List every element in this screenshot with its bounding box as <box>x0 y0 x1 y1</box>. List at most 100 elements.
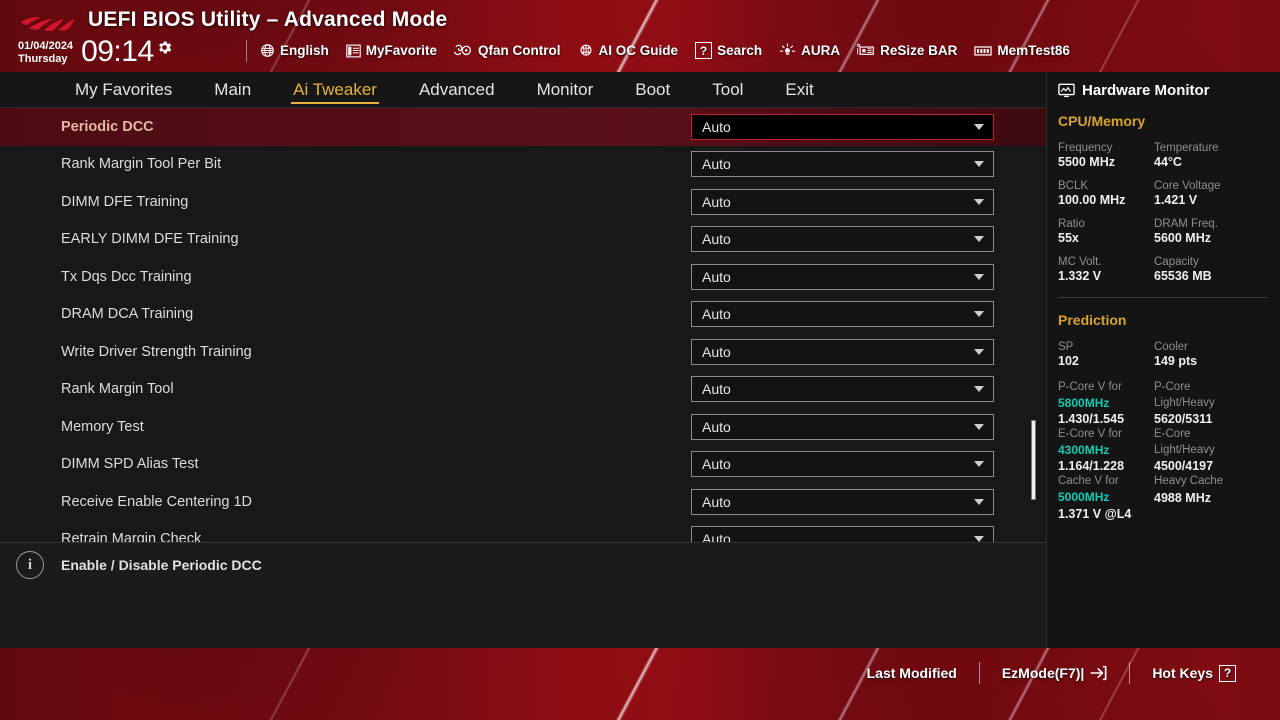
memory-icon <box>974 45 993 56</box>
hw-metric-label: Temperature <box>1154 142 1219 154</box>
myfavorite-button[interactable]: MyFavorite <box>346 43 437 58</box>
setting-row[interactable]: DRAM DCA Training Auto <box>0 296 1046 334</box>
aura-button[interactable]: AURA <box>779 43 840 58</box>
setting-value: Auto <box>702 381 731 398</box>
last-modified-button[interactable]: Last Modified <box>845 665 979 681</box>
setting-label: Rank Margin Tool <box>61 381 174 398</box>
search-button[interactable]: ? Search <box>695 42 762 59</box>
info-icon: i <box>16 551 44 579</box>
setting-dropdown[interactable]: Auto <box>691 338 994 365</box>
hotkeys-button[interactable]: Hot Keys ? <box>1130 664 1258 682</box>
tab-main[interactable]: Main <box>193 72 272 108</box>
setting-dropdown[interactable]: Auto <box>691 226 994 253</box>
setting-label: Rank Margin Tool Per Bit <box>61 156 222 173</box>
tab-exit[interactable]: Exit <box>764 72 834 108</box>
setting-dropdown[interactable]: Auto <box>691 451 994 478</box>
setting-row[interactable]: Retrain Margin Check Auto <box>0 521 1046 542</box>
footer-actions: Last Modified EzMode(F7)| Hot Keys ? <box>845 662 1258 684</box>
gpu-icon <box>857 43 874 55</box>
tab-advanced[interactable]: Advanced <box>398 72 516 108</box>
setting-row[interactable]: Rank Margin Tool Auto <box>0 371 1046 409</box>
settings-scrollbar-thumb[interactable] <box>1031 420 1036 500</box>
setting-row[interactable]: DIMM SPD Alias Test Auto <box>0 446 1046 484</box>
setting-dropdown[interactable]: Auto <box>691 526 994 542</box>
chevron-down-icon <box>974 198 984 205</box>
chevron-down-icon <box>974 161 984 168</box>
setting-value: Auto <box>702 456 731 473</box>
qfan-control-button[interactable]: Qfan Control <box>454 43 561 58</box>
setting-dropdown[interactable]: Auto <box>691 188 994 215</box>
ezmode-button[interactable]: EzMode(F7)| <box>980 665 1129 681</box>
ai-oc-guide-button[interactable]: AI OC Guide <box>578 43 678 58</box>
setting-row[interactable]: Memory Test Auto <box>0 408 1046 446</box>
setting-row[interactable]: Periodic DCC Auto <box>0 108 1046 146</box>
setting-row[interactable]: DIMM DFE Training Auto <box>0 183 1046 221</box>
tab-boot[interactable]: Boot <box>614 72 691 108</box>
cache-v-value: 1.371 V @L4 <box>1058 506 1132 521</box>
cooler-label: Cooler <box>1154 341 1188 353</box>
sp-label: SP <box>1058 341 1074 353</box>
hw-metric-value: 55x <box>1058 231 1079 245</box>
setting-row[interactable]: Receive Enable Centering 1D Auto <box>0 483 1046 521</box>
gear-icon[interactable] <box>156 39 173 56</box>
last-modified-label: Last Modified <box>866 665 957 681</box>
aura-label: AURA <box>801 43 841 58</box>
setting-label: Receive Enable Centering 1D <box>61 493 253 510</box>
setting-row[interactable]: Rank Margin Tool Per Bit Auto <box>0 146 1046 184</box>
setting-dropdown[interactable]: Auto <box>691 301 994 328</box>
pcore-v-label: P-Core V for <box>1058 381 1122 393</box>
memtest86-button[interactable]: MemTest86 <box>974 43 1070 58</box>
setting-label: Tx Dqs Dcc Training <box>61 268 192 285</box>
ezmode-label: EzMode(F7)| <box>1001 665 1085 681</box>
setting-value: Auto <box>702 118 731 135</box>
fan-icon <box>454 44 472 56</box>
prediction-detail-grid: P-Core V for P-Core 5800MHz Light/Heavy … <box>1047 369 1280 522</box>
ecore-v-label: E-Core V for <box>1058 428 1122 440</box>
prediction-sp-grid: SP Cooler 102 149 pts <box>1047 331 1280 369</box>
setting-value: Auto <box>702 418 731 435</box>
setting-dropdown[interactable]: Auto <box>691 113 994 140</box>
setting-label: Memory Test <box>61 418 144 435</box>
rog-logo-icon <box>21 17 75 32</box>
cpu-memory-heading: CPU/Memory <box>1058 113 1146 129</box>
hw-metric-label: DRAM Freq. <box>1154 218 1218 230</box>
resize-bar-button[interactable]: ReSize BAR <box>857 43 957 58</box>
pcore-freq: 5800MHz <box>1058 395 1110 410</box>
setting-row[interactable]: Tx Dqs Dcc Training Auto <box>0 258 1046 296</box>
setting-label: EARLY DIMM DFE Training <box>61 231 239 248</box>
chevron-down-icon <box>974 311 984 318</box>
tab-ai-tweaker[interactable]: Ai Tweaker <box>272 72 398 108</box>
hw-metric-value: 65536 MB <box>1154 269 1212 283</box>
tab-my-favorites[interactable]: My Favorites <box>54 72 193 108</box>
header-toolbar: English MyFavorite Qfan Control AI OC Gu… <box>260 42 1070 59</box>
qfan-control-label: Qfan Control <box>478 43 561 58</box>
setting-value: Auto <box>702 193 731 210</box>
chevron-down-icon <box>974 123 984 130</box>
chevron-down-icon <box>974 461 984 468</box>
question-box-icon: ? <box>695 42 713 59</box>
footer: Last Modified EzMode(F7)| Hot Keys ? Ver… <box>0 648 1280 720</box>
hw-metric-label: Frequency <box>1058 142 1113 154</box>
setting-dropdown[interactable]: Auto <box>691 151 994 178</box>
hw-metric-value: 100.00 MHz <box>1058 193 1126 207</box>
tab-monitor[interactable]: Monitor <box>516 72 615 108</box>
setting-row[interactable]: EARLY DIMM DFE Training Auto <box>0 221 1046 259</box>
pcore-v-value: 1.430/1.545 <box>1058 412 1125 426</box>
setting-dropdown[interactable]: Auto <box>691 488 994 515</box>
language-button[interactable]: English <box>260 43 329 58</box>
setting-label: Retrain Margin Check <box>61 531 202 542</box>
tab-tool[interactable]: Tool <box>691 72 764 108</box>
setting-dropdown[interactable]: Auto <box>691 376 994 403</box>
cache-v-label: Cache V for <box>1058 475 1119 487</box>
cache-freq: 5000MHz <box>1058 489 1110 504</box>
setting-row[interactable]: Write Driver Strength Training Auto <box>0 333 1046 371</box>
monitor-icon <box>1058 83 1075 98</box>
setting-dropdown[interactable]: Auto <box>691 263 994 290</box>
chevron-down-icon <box>974 236 984 243</box>
cooler-value: 149 pts <box>1154 354 1198 368</box>
chevron-down-icon <box>974 348 984 355</box>
settings-list: Periodic DCC Auto Rank Margin Tool Per Bit… <box>0 108 1046 542</box>
hardware-monitor-panel: Hardware Monitor CPU/Memory Frequency Tem… <box>1046 72 1280 648</box>
setting-dropdown[interactable]: Auto <box>691 413 994 440</box>
prediction-heading: Prediction <box>1058 312 1127 328</box>
